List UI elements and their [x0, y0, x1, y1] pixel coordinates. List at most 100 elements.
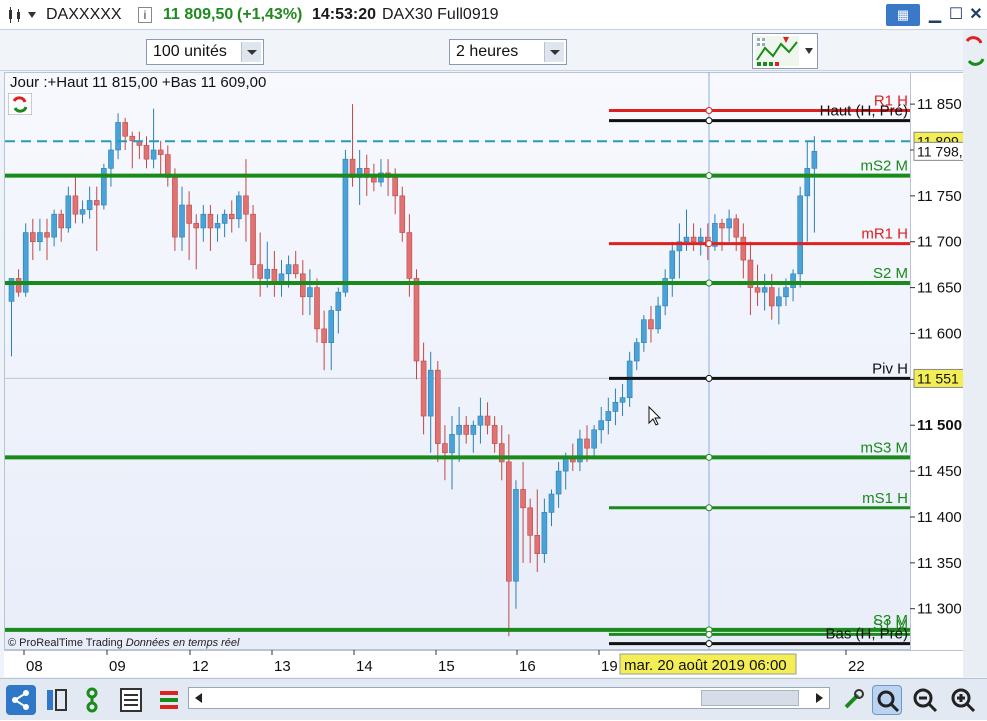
y-tick-label: 11 850	[917, 96, 962, 113]
level-label: Piv H	[872, 360, 908, 377]
candle-body	[548, 493, 555, 513]
layout-icon[interactable]	[42, 685, 72, 715]
candle-body	[463, 424, 470, 435]
level-marker	[705, 279, 713, 287]
x-tick-label: 16	[519, 658, 536, 675]
symbol-name[interactable]: DAXXXXX	[46, 6, 122, 24]
dropdown-arrow-icon[interactable]	[26, 10, 38, 20]
info-icon[interactable]: i	[138, 7, 152, 23]
candle-body	[527, 507, 533, 536]
candle-body	[406, 232, 413, 279]
candle-body	[108, 149, 114, 169]
candle-body	[420, 360, 427, 417]
x-tick-label: 15	[438, 658, 455, 675]
level-marker	[705, 630, 713, 638]
chevron-down-icon[interactable]	[241, 42, 261, 62]
level-marker	[705, 374, 713, 382]
level-marker	[705, 504, 713, 512]
scroll-left-icon[interactable]	[192, 691, 206, 705]
candle-body	[442, 443, 448, 454]
candle-body	[200, 213, 207, 229]
candle-body	[221, 213, 228, 224]
mouse-pointer-icon	[648, 405, 662, 426]
candle-body	[179, 204, 185, 238]
level-marker	[705, 107, 713, 115]
candle-body	[214, 223, 221, 229]
wrench-icon[interactable]	[838, 685, 868, 715]
y-tick-label: 11 500	[917, 417, 962, 434]
candle-body	[804, 168, 811, 197]
time-scrollbar[interactable]	[188, 687, 830, 709]
candle-body	[683, 236, 690, 243]
level-marker	[705, 640, 713, 648]
y-tick-label: 11 350	[917, 555, 962, 572]
keyboard-icon[interactable]: ▦	[886, 4, 920, 26]
bottom-toolbar	[0, 678, 987, 720]
level-label: Bas (H, Pré)	[825, 626, 908, 643]
candle-body	[719, 223, 725, 229]
trading-window: DAXXXXX i 11 809,50 (+1,43%) 14:53:20 DA…	[0, 0, 987, 720]
minimize-icon[interactable]: ▁	[924, 4, 946, 26]
x-tick-label: 19	[601, 658, 618, 675]
candle-body	[633, 342, 640, 362]
units-select[interactable]: 100 unités	[146, 39, 264, 65]
price-axis-label-text: 11 798,50	[917, 143, 963, 159]
drawing-tools-icon[interactable]	[80, 685, 110, 715]
candle-body	[207, 213, 214, 229]
indicators-button[interactable]	[752, 33, 818, 69]
level-marker	[705, 172, 713, 180]
candle-body	[534, 535, 541, 554]
candle-body	[484, 415, 491, 426]
chevron-down-icon[interactable]	[803, 46, 815, 56]
candle-body	[285, 264, 292, 275]
scroll-right-icon[interactable]	[812, 691, 826, 705]
candle-body	[328, 310, 335, 343]
indicators-list-icon[interactable]	[154, 685, 184, 715]
candle-body	[598, 420, 605, 431]
candle-body	[371, 177, 377, 183]
candle-body	[321, 328, 327, 343]
candle-body	[761, 287, 768, 293]
candle-body	[44, 232, 50, 238]
share-icon[interactable]	[6, 685, 36, 715]
candle-body	[58, 213, 65, 229]
y-tick-label: 11 300	[917, 601, 962, 618]
candle-body	[292, 264, 299, 275]
scrollbar-thumb[interactable]	[701, 690, 799, 706]
maximize-icon[interactable]: ☐	[945, 4, 967, 26]
candlestick-chart[interactable]: R1 HHaut (H, Pré)mS2 MmR1 HS2 MPiv HmS3 …	[0, 72, 963, 677]
level-marker	[705, 240, 713, 248]
timeframe-select[interactable]: 2 heures	[449, 39, 567, 65]
refresh-icon[interactable]	[8, 93, 32, 115]
candle-body	[605, 411, 612, 421]
orders-list-icon[interactable]	[116, 685, 146, 715]
close-icon[interactable]: ✕	[965, 4, 987, 26]
candle-body	[470, 424, 477, 435]
price-change: (+1,43%)	[237, 6, 303, 23]
zoom-out-icon[interactable]	[910, 685, 940, 715]
candle-body	[86, 200, 93, 210]
candle-body	[335, 291, 342, 311]
candle-body	[264, 268, 271, 279]
level-label: S2 M	[873, 265, 908, 282]
candle-body	[491, 424, 498, 444]
candle-body	[193, 223, 200, 229]
candle-body	[669, 250, 676, 279]
sync-arrows-icon[interactable]	[963, 33, 987, 73]
chevron-down-icon[interactable]	[544, 42, 564, 62]
candle-body	[427, 369, 434, 417]
candle-body	[93, 200, 100, 206]
candle-body	[520, 489, 526, 509]
candle-body	[655, 305, 661, 330]
candle-body	[733, 218, 740, 238]
candle-body	[65, 195, 72, 229]
candlestick-chart-icon[interactable]	[8, 7, 22, 23]
x-tick-label: 08	[26, 658, 43, 675]
candle-body	[172, 177, 178, 238]
copyright-text: © ProRealTime Trading Données en temps r…	[8, 637, 239, 649]
zoom-fit-icon[interactable]	[872, 685, 902, 715]
zoom-in-icon[interactable]	[948, 685, 978, 715]
daily-high-low-info: Jour :+Haut 11 815,00 +Bas 11 609,00	[10, 74, 267, 91]
cursor-date-label-text: mar. 20 août 2019 06:00	[624, 657, 787, 674]
candle-body	[257, 264, 263, 279]
